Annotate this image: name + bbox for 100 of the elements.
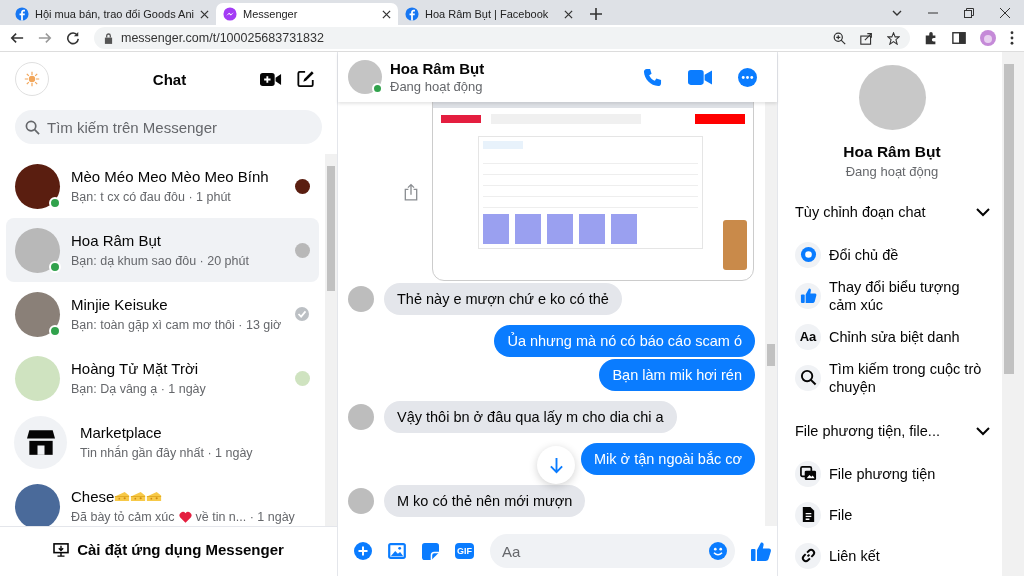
browser-tab[interactable]: Hoa Râm Bụt | Facebook xyxy=(398,3,580,25)
close-icon[interactable] xyxy=(564,9,573,19)
message-preview: Tin nhắn gần đây nhất · 1 ngày xyxy=(80,446,254,460)
close-icon[interactable] xyxy=(1000,8,1010,18)
link-icon xyxy=(799,547,817,564)
puzzle-icon[interactable] xyxy=(924,31,938,45)
contact-name: Chese xyxy=(71,488,115,505)
video-camera-icon[interactable] xyxy=(260,71,282,87)
image-icon[interactable] xyxy=(388,543,406,559)
sidebar-title: Chat xyxy=(151,70,188,88)
close-icon[interactable] xyxy=(382,9,391,19)
conversation-item[interactable]: Hoàng Tử Mặt Trời Bạn: Dạ vâng ạ · 1 ngày xyxy=(6,346,319,410)
text-size-icon: Aa xyxy=(799,329,817,345)
caret-icon[interactable] xyxy=(892,10,902,16)
monitor-icon xyxy=(53,542,70,557)
contact-name: Hoàng Tử Mặt Trời xyxy=(71,360,199,377)
plus-icon[interactable] xyxy=(354,542,372,560)
message-bubble: Thẻ này e mượn chứ e ko có thẻ xyxy=(384,283,622,315)
heart-icon xyxy=(178,511,192,523)
scrollbar[interactable] xyxy=(325,154,337,526)
scrollbar[interactable] xyxy=(1016,52,1024,576)
sun-icon xyxy=(24,71,40,87)
menu-item[interactable]: Aa Chỉnh sửa biệt danh xyxy=(788,316,996,358)
message-preview: Bạn: t cx có đau đôu · 1 phút xyxy=(71,190,232,204)
new-tab-icon[interactable] xyxy=(590,8,602,20)
seen-avatar xyxy=(294,370,310,386)
menu-item[interactable]: Đổi chủ đề xyxy=(788,234,996,276)
sender-avatar xyxy=(348,286,374,312)
message-bubble: Vậy thôi bn ở đâu qua lấy m cho dia chi a xyxy=(384,401,677,433)
sidebar-icon[interactable] xyxy=(952,31,966,45)
scroll-down-button[interactable] xyxy=(537,446,575,484)
message-bubble: M ko có thẻ nên mới mượn xyxy=(384,485,586,517)
search-field[interactable]: Tìm kiếm trên Messenger xyxy=(15,110,322,144)
message-preview: Đã bày tỏ cảm xúc xyxy=(71,510,175,524)
lock-icon xyxy=(104,32,113,44)
message-bubble: Ủa nhưng mà nó có báo cáo scam ó xyxy=(494,325,755,357)
section-header[interactable]: Tùy chỉnh đoạn chat xyxy=(788,193,996,231)
messenger-icon xyxy=(223,7,237,21)
compose-icon[interactable] xyxy=(297,70,315,88)
menu-item[interactable]: Tìm kiếm trong cuộc trò chuyện xyxy=(788,357,996,399)
theme-icon xyxy=(799,246,817,264)
message-preview: Bạn: Dạ vâng ạ · 1 ngày xyxy=(71,382,207,396)
menu-item[interactable]: File xyxy=(788,494,996,535)
conversation-item[interactable]: Chese Đã bày tỏ cảm xúc về tin n... · 1 ngày xyxy=(6,474,319,526)
zoom-icon[interactable] xyxy=(833,31,846,45)
search-icon xyxy=(799,369,817,387)
forward-icon[interactable] xyxy=(38,31,52,45)
section-header[interactable]: File phương tiện, file... xyxy=(788,412,996,449)
menu-icon[interactable] xyxy=(1010,31,1014,45)
cheese-icon xyxy=(130,491,147,502)
close-icon[interactable] xyxy=(200,9,209,19)
menu-item[interactable]: Liên kết xyxy=(788,535,996,576)
seen-avatar xyxy=(294,242,310,258)
scrollbar[interactable] xyxy=(1002,52,1016,576)
browser-tab[interactable]: Hội mua bán, trao đổi Goods Ani xyxy=(8,3,216,25)
message-preview: về tin n... · 1 ngày xyxy=(195,510,295,524)
avatar xyxy=(348,60,382,94)
thumbs-up-icon[interactable] xyxy=(751,541,771,561)
message-bubble: Bạn làm mik hơi rén xyxy=(599,359,755,391)
conversation-item[interactable]: Hoa Râm Bụt Bạn: dạ khum sao đôu · 20 phút xyxy=(6,218,319,282)
cheese-icon xyxy=(146,491,163,502)
contact-name: Hoa Râm Bụt xyxy=(71,232,162,249)
active-status: Đang hoạt động xyxy=(844,164,940,180)
store-icon xyxy=(26,429,55,455)
share-icon[interactable] xyxy=(860,31,873,45)
back-icon[interactable] xyxy=(10,31,24,45)
contact-name: Marketplace xyxy=(80,424,162,441)
gif-button[interactable]: GIF xyxy=(455,543,474,559)
delivered-check-icon xyxy=(295,307,309,321)
star-icon[interactable] xyxy=(887,31,900,45)
sticker-icon[interactable] xyxy=(422,542,439,560)
restore-icon[interactable] xyxy=(964,8,974,18)
profile-icon[interactable] xyxy=(980,30,996,46)
message-preview: Bạn: toàn gặp xì cam mơ thôi · 13 giờ xyxy=(71,318,283,332)
message-bubble: Mik ở tận ngoài bắc cơ xyxy=(581,443,755,475)
menu-item[interactable]: File phương tiện xyxy=(788,453,996,494)
install-app-button[interactable]: Cài đặt ứng dụng Messenger xyxy=(0,526,337,576)
menu-item[interactable]: Thay đổi biểu tượng cảm xúc xyxy=(788,275,996,317)
contact-name: Minjie Keisuke xyxy=(71,296,168,313)
photos-icon xyxy=(799,465,817,482)
address-bar[interactable]: messenger.com/t/100025683731832 xyxy=(94,27,910,49)
message-field[interactable]: Aa xyxy=(490,534,735,568)
facebook-icon xyxy=(15,7,29,21)
seen-avatar xyxy=(294,178,310,194)
website-screenshot-image[interactable] xyxy=(432,102,754,281)
profile-name: Hoa Râm Bụt xyxy=(842,143,942,162)
facebook-icon xyxy=(405,7,419,21)
sender-avatar xyxy=(348,488,374,514)
active-status: Đang hoạt động xyxy=(390,79,484,94)
browser-tab[interactable]: Messenger xyxy=(216,3,398,25)
conversation-item[interactable]: Minjie Keisuke Bạn: toàn gặp xì cam mơ thôi · 13 giờ xyxy=(6,282,319,346)
phone-icon[interactable] xyxy=(643,67,662,87)
more-icon[interactable] xyxy=(738,67,757,87)
emoji-icon[interactable] xyxy=(709,542,727,560)
scrollbar[interactable] xyxy=(765,102,777,526)
conversation-item[interactable]: Mèo Méo Meo Mèo Meo Bính Bạn: t cx có đau đôu · 1 phút xyxy=(6,154,319,218)
sender-avatar xyxy=(348,404,374,430)
conversation-item[interactable]: Marketplace Tin nhắn gần đây nhất · 1 ngày xyxy=(6,410,319,474)
reload-icon[interactable] xyxy=(66,31,80,45)
thumbs-up-icon xyxy=(799,287,817,305)
